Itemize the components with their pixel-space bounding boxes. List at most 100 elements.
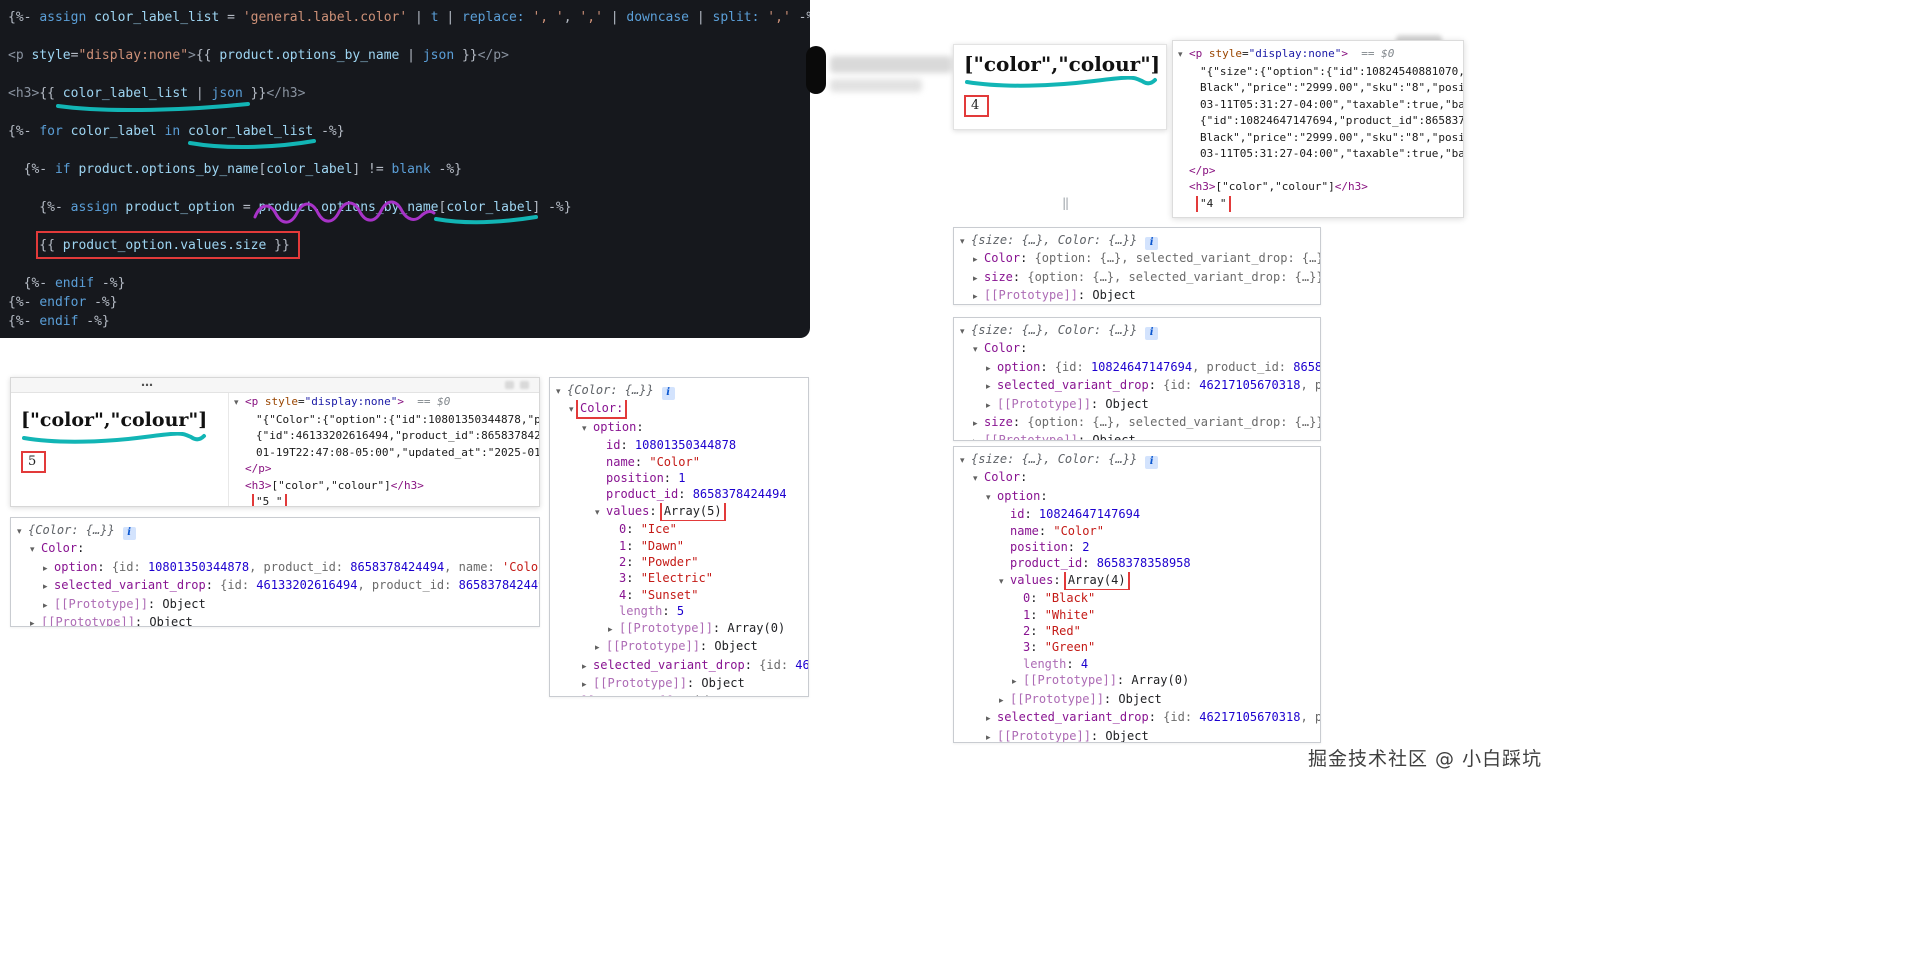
object-key: selected_variant_drop bbox=[997, 710, 1149, 725]
expand-arrow-icon[interactable]: ▸ bbox=[986, 398, 997, 414]
console-panel-expanded-right: ▾ {size: {…}, Color: {…}} i ▾ Color: ▾ option:… bbox=[953, 446, 1321, 743]
console-property-row[interactable]: ▸ Color: {option: {…}, selected_variant_d… bbox=[954, 250, 1320, 268]
expand-arrow-icon[interactable]: ▾ bbox=[960, 453, 971, 469]
expand-arrow-icon[interactable]: ▸ bbox=[582, 677, 593, 693]
expand-arrow-icon[interactable]: ▸ bbox=[973, 434, 984, 440]
expand-arrow-icon[interactable]: ▾ bbox=[595, 505, 606, 521]
console-property-row[interactable]: ▾ Color: bbox=[550, 400, 808, 419]
console-property-row[interactable]: ▾ values: Array(5) bbox=[550, 502, 808, 522]
expand-arrow-icon[interactable]: ▸ bbox=[43, 561, 54, 577]
cyan-underline-annotation bbox=[965, 76, 1157, 88]
expand-arrow-icon[interactable]: ▸ bbox=[1012, 674, 1023, 690]
expand-arrow-icon[interactable]: ▾ bbox=[973, 342, 984, 358]
expand-arrow-icon[interactable]: ▸ bbox=[986, 361, 997, 377]
elements-node-row[interactable]: 03-11T05:31:27-04:00","taxable":true,"ba… bbox=[1173, 97, 1463, 114]
expand-arrow-icon[interactable]: ▾ bbox=[960, 234, 971, 250]
panel-resize-handle[interactable]: ‖ bbox=[1062, 196, 1069, 210]
console-property-row[interactable]: ▸[[Prototype]]: Object bbox=[11, 614, 539, 626]
console-property-row[interactable]: ▸selected_variant_drop: {id: 46133202616… bbox=[11, 577, 539, 595]
console-property-row[interactable]: ▸[[Prototype]]: Object bbox=[550, 675, 808, 693]
expand-arrow-icon[interactable]: ▾ bbox=[960, 324, 971, 340]
console-property-row[interactable]: ▸[[Prototype]]: Object bbox=[550, 693, 808, 696]
console-property-row[interactable]: ▾ Color: bbox=[954, 469, 1320, 487]
elements-node-row[interactable]: "{"size":{"option":{"id":10824540881070,… bbox=[1173, 64, 1463, 81]
console-property-row[interactable]: ▸[[Prototype]]: Object bbox=[954, 728, 1320, 743]
expand-arrow-icon[interactable]: ▾ bbox=[986, 490, 997, 506]
elements-node-row[interactable]: </p> bbox=[1173, 163, 1463, 180]
expand-arrow-icon[interactable]: ▸ bbox=[30, 616, 41, 626]
expand-arrow-icon[interactable]: ▾ bbox=[999, 574, 1010, 590]
attribute-name: style bbox=[31, 48, 71, 63]
console-property-row[interactable]: ▸selected_variant_drop: {id: 46133202616… bbox=[550, 657, 808, 675]
console-log-entry[interactable]: ▾ {size: {…}, Color: {…}} i bbox=[954, 322, 1320, 340]
elements-node-row[interactable]: {"id":10824647147694,"product_id":865837… bbox=[1173, 113, 1463, 130]
expand-arrow-icon[interactable]: ▸ bbox=[43, 579, 54, 595]
console-log-entry[interactable]: ▾ {size: {…}, Color: {…}} i bbox=[954, 232, 1320, 250]
expand-arrow-icon[interactable]: ▾ bbox=[556, 384, 567, 400]
console-property-row[interactable]: ▸[[Prototype]]: Object bbox=[954, 691, 1320, 709]
expand-arrow-icon[interactable]: ▸ bbox=[973, 271, 984, 287]
console-property-row[interactable]: ▸ selected_variant_drop: {id: 46217105670… bbox=[954, 709, 1320, 727]
elements-node-row[interactable]: ▾ <p style="display:none"> == $0 bbox=[229, 394, 539, 412]
console-property-row[interactable]: ▸ option: {id: 10801350344878, product_id… bbox=[11, 559, 539, 577]
expand-arrow-icon[interactable]: ▸ bbox=[986, 730, 997, 743]
expand-arrow-icon[interactable]: ▸ bbox=[569, 695, 580, 696]
expand-arrow-icon[interactable]: ▾ bbox=[582, 421, 593, 437]
elements-node-row[interactable]: "{"Color":{"option":{"id":10801350344878… bbox=[229, 412, 539, 429]
elements-node-row[interactable]: <h3>["color","colour"]</h3> bbox=[1173, 179, 1463, 196]
elements-node-row[interactable]: Black","price":"2999.00","sku":"8","posi… bbox=[1173, 80, 1463, 97]
more-menu-icon[interactable]: ⋯ bbox=[141, 379, 153, 391]
console-property-row[interactable]: ▸[[Prototype]]: Object bbox=[550, 638, 808, 656]
console-log-entry[interactable]: ▾ {Color: {…}} i bbox=[550, 382, 808, 400]
console-property-row[interactable]: ▸[[Prototype]]: Object bbox=[954, 287, 1320, 304]
scrollbar-thumb[interactable] bbox=[806, 46, 826, 94]
console-property-row[interactable]: ▾ Color: bbox=[954, 340, 1320, 358]
expand-arrow-icon[interactable]: ▾ bbox=[569, 402, 580, 418]
console-property-row[interactable]: ▸ option: {id: 10824647147694, product_id… bbox=[954, 359, 1320, 377]
code-keyword: assign bbox=[70, 200, 118, 215]
console-log-entry[interactable]: ▾ {size: {…}, Color: {…}} i bbox=[954, 451, 1320, 469]
expand-arrow-icon[interactable]: ▸ bbox=[595, 640, 606, 656]
elements-node-row[interactable]: Black","price":"2999.00","sku":"8","posi… bbox=[1173, 130, 1463, 147]
expand-arrow-icon[interactable]: ▾ bbox=[234, 395, 245, 412]
expand-arrow-icon[interactable]: ▾ bbox=[17, 524, 28, 540]
expand-arrow-icon[interactable]: ▸ bbox=[973, 416, 984, 432]
console-property-row[interactable]: ▸ size: {option: {…}, selected_variant_dr… bbox=[954, 414, 1320, 432]
expand-arrow-icon[interactable]: ▸ bbox=[973, 252, 984, 268]
expand-arrow-icon[interactable]: ▸ bbox=[986, 379, 997, 395]
elements-node-row[interactable]: "4 " bbox=[1173, 195, 1463, 212]
text-node: "{"Color":{"option":{"id":10801350344878… bbox=[256, 412, 539, 426]
expand-arrow-icon[interactable]: ▸ bbox=[973, 289, 984, 304]
elements-node-row[interactable]: "5 " bbox=[229, 494, 539, 506]
console-property-row[interactable]: ▾ Color: bbox=[11, 540, 539, 558]
toolbar-icons-blurred bbox=[520, 381, 529, 389]
console-property-row[interactable]: ▸ [[Prototype]]: Array(0) bbox=[954, 672, 1320, 690]
elements-node-row[interactable]: ▾ <p style="display:none"> == $0 bbox=[1173, 46, 1463, 64]
console-log-entry[interactable]: ▾ {Color: {…}} i bbox=[11, 522, 539, 540]
expand-arrow-icon[interactable]: ▸ bbox=[608, 622, 619, 638]
number-value: 4 bbox=[1080, 656, 1089, 671]
expand-arrow-icon[interactable]: ▸ bbox=[43, 598, 54, 614]
expand-arrow-icon[interactable]: ▸ bbox=[999, 693, 1010, 709]
text-node: Black","price":"2999.00","sku":"8","posi… bbox=[1200, 81, 1463, 94]
expand-arrow-icon[interactable]: ▾ bbox=[1178, 47, 1189, 64]
console-property-row[interactable]: ▸ selected_variant_drop: {id: 46217105670… bbox=[954, 377, 1320, 395]
console-property-row[interactable]: ▸[[Prototype]]: Object bbox=[11, 596, 539, 614]
object-preview: , product_id: bbox=[1192, 359, 1294, 374]
console-property-row[interactable]: ▾ option: bbox=[550, 419, 808, 437]
expand-arrow-icon[interactable]: ▸ bbox=[986, 711, 997, 727]
expand-arrow-icon[interactable]: ▾ bbox=[30, 542, 41, 558]
console-property-row[interactable]: ▸[[Prototype]]: Object bbox=[954, 396, 1320, 414]
elements-node-row[interactable]: <h3>["color","colour"]</h3> bbox=[229, 478, 539, 495]
console-property-row[interactable]: ▾ option: bbox=[954, 488, 1320, 506]
console-property-row[interactable]: ▸ size: {option: {…}, selected_variant_dr… bbox=[954, 269, 1320, 287]
elements-node-row[interactable]: 03-11T05:31:27-04:00","taxable":true,"ba… bbox=[1173, 146, 1463, 163]
console-property-row[interactable]: ▸ [[Prototype]]: Array(0) bbox=[550, 620, 808, 638]
elements-node-row[interactable]: {"id":46133202616494,"product_id":865837… bbox=[229, 428, 539, 445]
elements-node-row[interactable]: </p> bbox=[229, 461, 539, 478]
expand-arrow-icon[interactable]: ▸ bbox=[582, 659, 593, 675]
console-property-row[interactable]: ▾ values: Array(4) bbox=[954, 571, 1320, 591]
expand-arrow-icon[interactable]: ▾ bbox=[973, 471, 984, 487]
elements-node-row[interactable]: 01-19T22:47:08-05:00","updated_at":"2025… bbox=[229, 445, 539, 462]
console-property-row[interactable]: ▸[[Prototype]]: Object bbox=[954, 432, 1320, 440]
